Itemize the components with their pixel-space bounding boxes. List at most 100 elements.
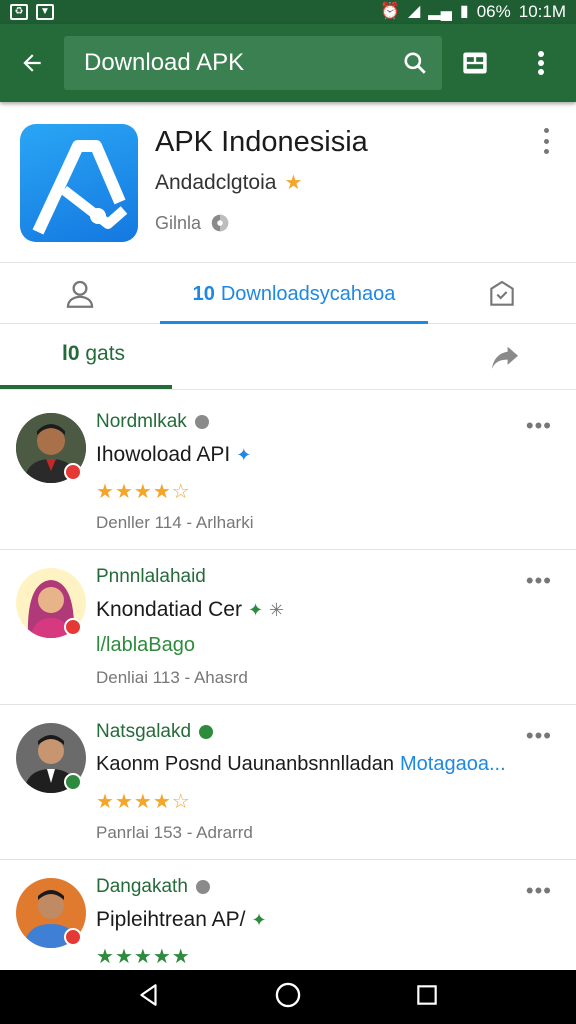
- back-triangle-icon: [140, 983, 157, 1006]
- toolbar: Download APK: [0, 24, 576, 102]
- review-text: Knondatiad Cer ✦ ✳: [96, 598, 284, 622]
- notification-icon: ♻: [10, 4, 28, 20]
- star-icon: ★: [152, 481, 172, 503]
- bookmark-check-icon: [490, 280, 514, 306]
- rating-stars: ★★★★☆: [96, 479, 191, 504]
- review-more-button[interactable]: •••: [526, 725, 552, 747]
- review-more-button[interactable]: •••: [526, 570, 552, 592]
- more-vert-icon: [538, 51, 544, 75]
- reviewer-name: Pnnnlalahaid: [96, 566, 206, 588]
- review-text-content: Kaonm Posnd Uaunanbsnnlladan: [96, 753, 394, 775]
- nav-back-button[interactable]: [136, 982, 162, 1013]
- verified-badge-icon: [64, 463, 82, 481]
- top-developer-icon: ★: [284, 172, 303, 194]
- star-icon: ★: [114, 791, 134, 813]
- search-field[interactable]: Download APK: [64, 36, 442, 90]
- share-button[interactable]: [488, 340, 522, 374]
- read-more-link[interactable]: Motagaoa...: [400, 753, 506, 776]
- downloads-count: 10: [192, 282, 215, 305]
- rating-stars: ★★★★★: [96, 944, 191, 969]
- verified-icon: [195, 880, 210, 894]
- review-text: Ihowoload API ✦: [96, 443, 251, 467]
- star-icon: ★: [133, 946, 153, 968]
- star-icon: ★: [133, 481, 153, 503]
- review-meta: Panrlai 153 - Adrarrd: [96, 823, 253, 842]
- sparkle-icon: ✦: [236, 444, 252, 465]
- review-text-content: Knondatiad Cer: [96, 598, 242, 621]
- review-more-button[interactable]: •••: [526, 415, 552, 437]
- sparkle-outline-icon: ✳: [269, 599, 285, 620]
- signal-icon: ▂▄: [428, 3, 452, 20]
- reviewer-name-text: Dangakath: [96, 876, 188, 897]
- review-text: Pipleihtrean AP/ ✦: [96, 908, 267, 932]
- star-outline-icon: ☆: [171, 481, 191, 503]
- recents-square-icon: [417, 984, 437, 1005]
- back-arrow-icon: [23, 54, 41, 72]
- alarm-icon: ⏰: [380, 3, 400, 20]
- review-item[interactable]: Natsgalakd Kaonm Posnd Uaunanbsnnlladan …: [0, 705, 576, 860]
- verified-icon: [194, 415, 209, 429]
- overflow-menu-button[interactable]: [508, 24, 574, 102]
- reviewer-name: Dangakath: [96, 876, 210, 898]
- filter-indicator: [0, 385, 172, 389]
- review-item[interactable]: Pnnnlalahaid Knondatiad Cer ✦ ✳ l/lablaB…: [0, 550, 576, 705]
- battery-percent: 06%: [476, 2, 511, 21]
- review-text-content: Ihowoload API: [96, 443, 231, 466]
- dot: [543, 138, 549, 144]
- developer-name: Andadclgtoia: [155, 170, 277, 194]
- tab-downloads[interactable]: 10 Downloadsycahaoa: [160, 263, 428, 325]
- person-icon: [66, 280, 94, 308]
- verified-badge-icon: [64, 773, 82, 791]
- verified-badge-icon: [64, 928, 82, 946]
- verified-icon: [199, 725, 214, 739]
- filter-tab[interactable]: l0 gats: [62, 342, 125, 366]
- reviewer-name-text: Pnnnlalahaid: [96, 566, 206, 587]
- star-icon: ★: [96, 946, 115, 968]
- review-item[interactable]: Nordmlkak Ihowoload API ✦ ★★★★☆ Denller …: [0, 395, 576, 550]
- download-notification-icon: ▼: [36, 4, 54, 20]
- search-icon[interactable]: [402, 50, 428, 76]
- app-category[interactable]: Gilnla: [155, 212, 231, 234]
- star-icon: ★: [114, 481, 134, 503]
- dot: [543, 128, 549, 133]
- reviewer-name-text: Natsgalakd: [96, 721, 192, 742]
- back-button[interactable]: [0, 24, 64, 102]
- filter-label: gats: [85, 342, 126, 365]
- star-icon: ★: [114, 946, 134, 968]
- star-icon: ★: [96, 481, 115, 503]
- filter-prefix: l0: [62, 342, 80, 365]
- search-text: Download APK: [84, 49, 245, 76]
- nav-home-button[interactable]: [274, 981, 302, 1014]
- battery-icon: ▮: [459, 3, 469, 20]
- review-text: Kaonm Posnd Uaunanbsnnlladan Motagaoa...: [96, 753, 506, 776]
- home-circle-icon: [275, 982, 301, 1007]
- app-logo-icon[interactable]: [20, 124, 138, 242]
- tab-wishlist[interactable]: [428, 263, 576, 325]
- sparkle-icon: ✦: [247, 599, 264, 620]
- system-nav-bar: [0, 970, 576, 1024]
- status-bar: ♻ ▼ ⏰ ◢ ▂▄ ▮ 06% 10:1M: [0, 0, 576, 24]
- star-outline-icon: ☆: [171, 791, 191, 813]
- star-icon: ★: [171, 946, 191, 968]
- category-name: Gilnla: [155, 212, 202, 233]
- filter-row: l0 gats: [0, 324, 576, 390]
- tab-profile[interactable]: [0, 263, 160, 325]
- dot: [543, 149, 549, 154]
- app-header: APK Indonesisia Andadclgtoia ★ Gilnla: [0, 102, 576, 262]
- app-developer[interactable]: Andadclgtoia ★: [155, 170, 302, 195]
- review-tagline: l/lablaBago: [96, 634, 195, 656]
- app-title: APK Indonesisia: [155, 126, 368, 158]
- nav-recents-button[interactable]: [414, 982, 440, 1013]
- reviewer-name: Nordmlkak: [96, 411, 209, 433]
- library-icon: [463, 52, 487, 74]
- star-icon: ★: [152, 946, 172, 968]
- app-overflow-button[interactable]: [534, 126, 558, 156]
- library-button[interactable]: [442, 24, 508, 102]
- share-arrow-icon: [492, 346, 518, 369]
- reviewer-name: Natsgalakd: [96, 721, 214, 743]
- review-meta: Denller 114 - Arlharki: [96, 513, 254, 532]
- star-icon: ★: [133, 791, 153, 813]
- wifi-icon: ◢: [407, 3, 421, 20]
- review-more-button[interactable]: •••: [526, 880, 552, 902]
- clock: 10:1M: [518, 2, 566, 21]
